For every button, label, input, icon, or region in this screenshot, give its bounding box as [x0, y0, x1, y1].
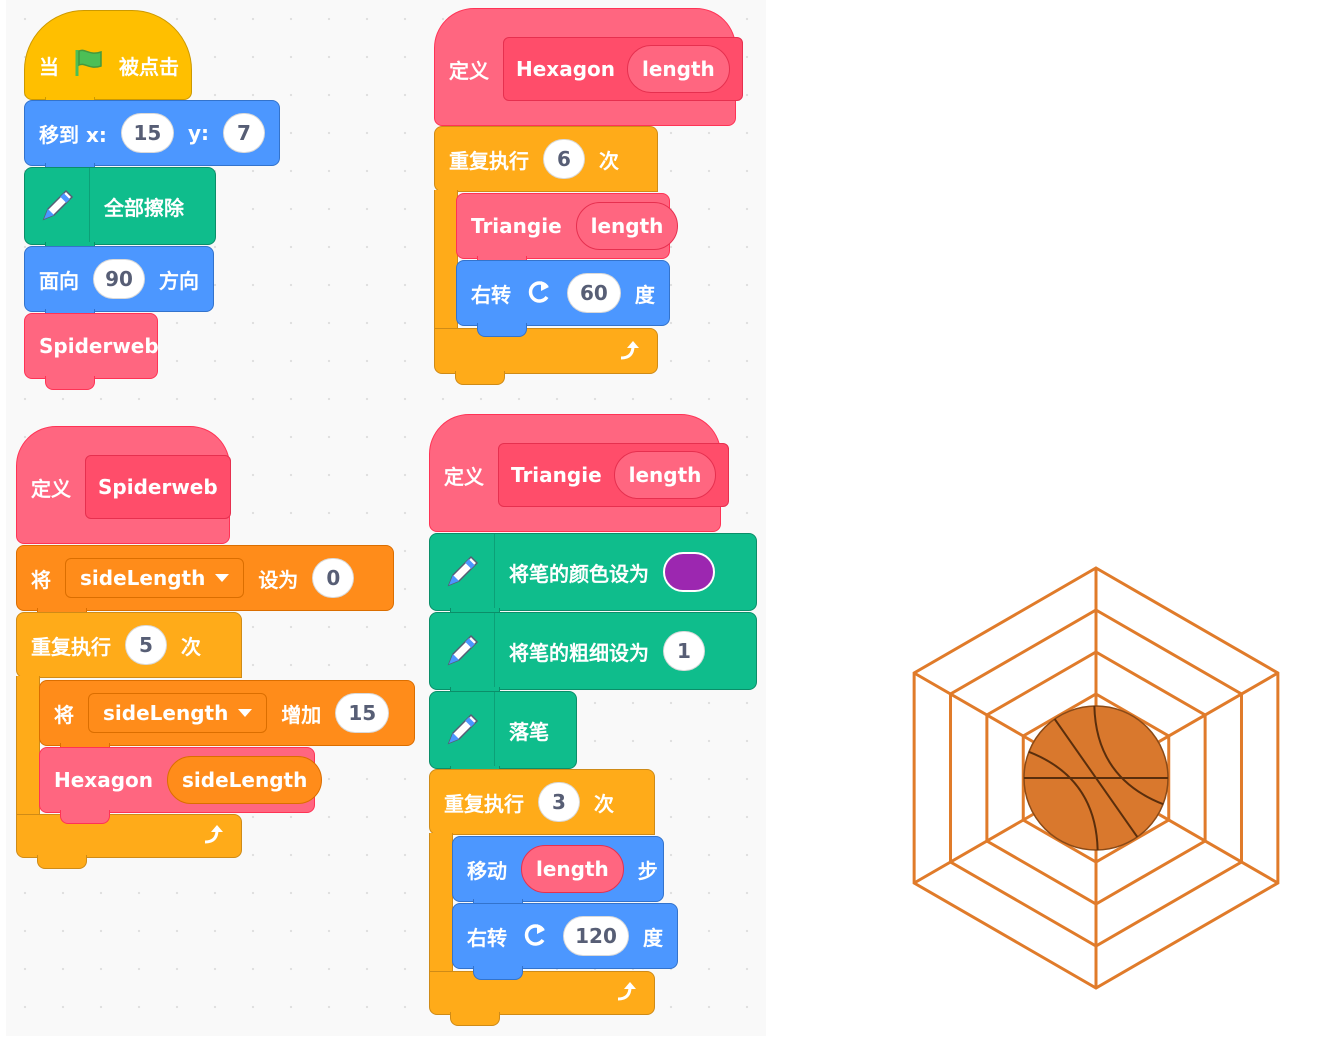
y-label: y:: [187, 121, 209, 145]
turn-right-120-block[interactable]: 右转 120 度: [452, 903, 678, 980]
turn-degrees-input[interactable]: 60: [567, 273, 621, 313]
point-direction-block[interactable]: 面向 90 方向: [24, 246, 214, 323]
code-workspace[interactable]: 当 被点击 移到 x: 15 y: 7 全部擦除 面向 90 方向 Spider…: [6, 0, 766, 1036]
define-spiderweb-block[interactable]: 定义 Spiderweb: [16, 426, 231, 544]
set-to-label: 设为: [258, 567, 299, 592]
triangle-prototype: Triangie length: [498, 443, 730, 507]
goto-label: 移到 x:: [39, 122, 107, 147]
pen-icon: [25, 168, 90, 244]
stage-canvas: [860, 520, 1330, 1030]
triangle-name: Triangie: [471, 214, 562, 238]
pen-down-block[interactable]: 落笔: [429, 691, 577, 780]
set-label: 将: [31, 567, 51, 592]
set-pen-size-block[interactable]: 将笔的粗细设为 1: [429, 612, 757, 701]
define-hexagon-block[interactable]: 定义 Hexagon length: [434, 8, 743, 126]
pen-clear-block[interactable]: 全部擦除: [24, 167, 216, 256]
set-value-input[interactable]: 0: [312, 558, 355, 598]
clicked-label: 被点击: [119, 54, 179, 79]
repeat-count-input[interactable]: 6: [543, 139, 585, 179]
triangle-name: Triangie: [511, 463, 602, 487]
basketball-sprite: [1023, 705, 1169, 851]
loop-arrow-icon: [614, 981, 640, 1008]
turn-degrees-input[interactable]: 120: [563, 916, 629, 956]
move-label: 移动: [467, 858, 507, 883]
chevron-down-icon: [215, 574, 230, 582]
call-triangle-block[interactable]: Triangie length: [456, 193, 679, 270]
define-triangle-block[interactable]: 定义 Triangie length: [429, 414, 730, 532]
length-reporter[interactable]: length: [521, 845, 624, 893]
repeat-suffix: 次: [594, 791, 614, 816]
repeat-suffix: 次: [599, 148, 619, 173]
pen-size-input[interactable]: 1: [663, 631, 705, 671]
set-variable-block[interactable]: 将 sideLength 设为 0: [16, 545, 394, 622]
pen-color-swatch[interactable]: [663, 552, 715, 592]
turn-suffix: 度: [634, 282, 655, 307]
pen-color-label: 将笔的颜色设为: [509, 561, 649, 586]
define-label: 定义: [444, 464, 484, 489]
x-input[interactable]: 15: [120, 113, 174, 153]
length-reporter[interactable]: length: [575, 202, 679, 250]
hexagon-prototype: Hexagon length: [503, 37, 743, 101]
spiderweb-name: Spiderweb: [98, 475, 218, 499]
rotate-clockwise-icon: [525, 277, 553, 310]
change-by-label: 增加: [281, 702, 322, 727]
pen-down-label: 落笔: [509, 719, 549, 744]
sidelength-reporter[interactable]: sideLength: [167, 756, 323, 804]
variable-name: sideLength: [103, 701, 229, 725]
y-input[interactable]: 7: [223, 113, 265, 153]
pen-icon: [430, 613, 495, 689]
loop-arrow-icon: [201, 824, 227, 851]
direction-input[interactable]: 90: [93, 259, 145, 299]
chevron-down-icon: [238, 709, 253, 717]
define-label: 定义: [449, 58, 489, 83]
repeat-label: 重复执行: [444, 791, 524, 816]
direction-suffix: 方向: [159, 268, 199, 293]
green-flag-icon: [73, 48, 105, 83]
change-label: 将: [54, 702, 74, 727]
call-spiderweb-block[interactable]: Spiderweb: [24, 313, 159, 390]
rotate-clockwise-icon: [521, 920, 549, 953]
turn-right-60-block[interactable]: 右转 60 度: [456, 260, 670, 337]
define-label: 定义: [31, 476, 71, 501]
pen-icon: [430, 692, 495, 768]
point-label: 面向: [39, 268, 79, 293]
hexagon-name: Hexagon: [54, 768, 153, 792]
set-pen-color-block[interactable]: 将笔的颜色设为: [429, 533, 757, 622]
variable-dropdown[interactable]: sideLength: [88, 693, 268, 733]
repeat-label: 重复执行: [449, 148, 529, 173]
repeat-label: 重复执行: [31, 634, 111, 659]
variable-dropdown[interactable]: sideLength: [65, 558, 245, 598]
goto-xy-block[interactable]: 移到 x: 15 y: 7: [24, 100, 280, 177]
spiderweb-drawing: [912, 566, 1280, 990]
turn-suffix: 度: [643, 925, 663, 950]
call-spiderweb-label: Spiderweb: [39, 334, 159, 358]
repeat-count-input[interactable]: 5: [125, 625, 167, 665]
move-suffix: 步: [637, 858, 658, 883]
call-hexagon-block[interactable]: Hexagon sideLength: [39, 747, 323, 824]
when-flag-clicked-block[interactable]: 当 被点击: [24, 10, 192, 111]
hexagon-name: Hexagon: [516, 57, 615, 81]
repeat-suffix: 次: [181, 634, 201, 659]
spiderweb-prototype: Spiderweb: [85, 455, 231, 519]
repeat-count-input[interactable]: 3: [538, 782, 580, 822]
variable-name: sideLength: [80, 566, 206, 590]
change-variable-block[interactable]: 将 sideLength 增加 15: [39, 680, 415, 757]
move-steps-block[interactable]: 移动 length 步: [452, 836, 664, 913]
length-arg[interactable]: length: [613, 451, 717, 499]
loop-arrow-icon: [617, 340, 643, 367]
pen-size-label: 将笔的粗细设为: [509, 640, 649, 665]
when-label: 当: [39, 54, 59, 79]
turn-label: 右转: [471, 282, 511, 307]
turn-label: 右转: [467, 925, 507, 950]
change-value-input[interactable]: 15: [335, 693, 390, 733]
pen-icon: [430, 534, 495, 610]
clear-label: 全部擦除: [104, 195, 184, 220]
length-arg[interactable]: length: [627, 45, 730, 93]
